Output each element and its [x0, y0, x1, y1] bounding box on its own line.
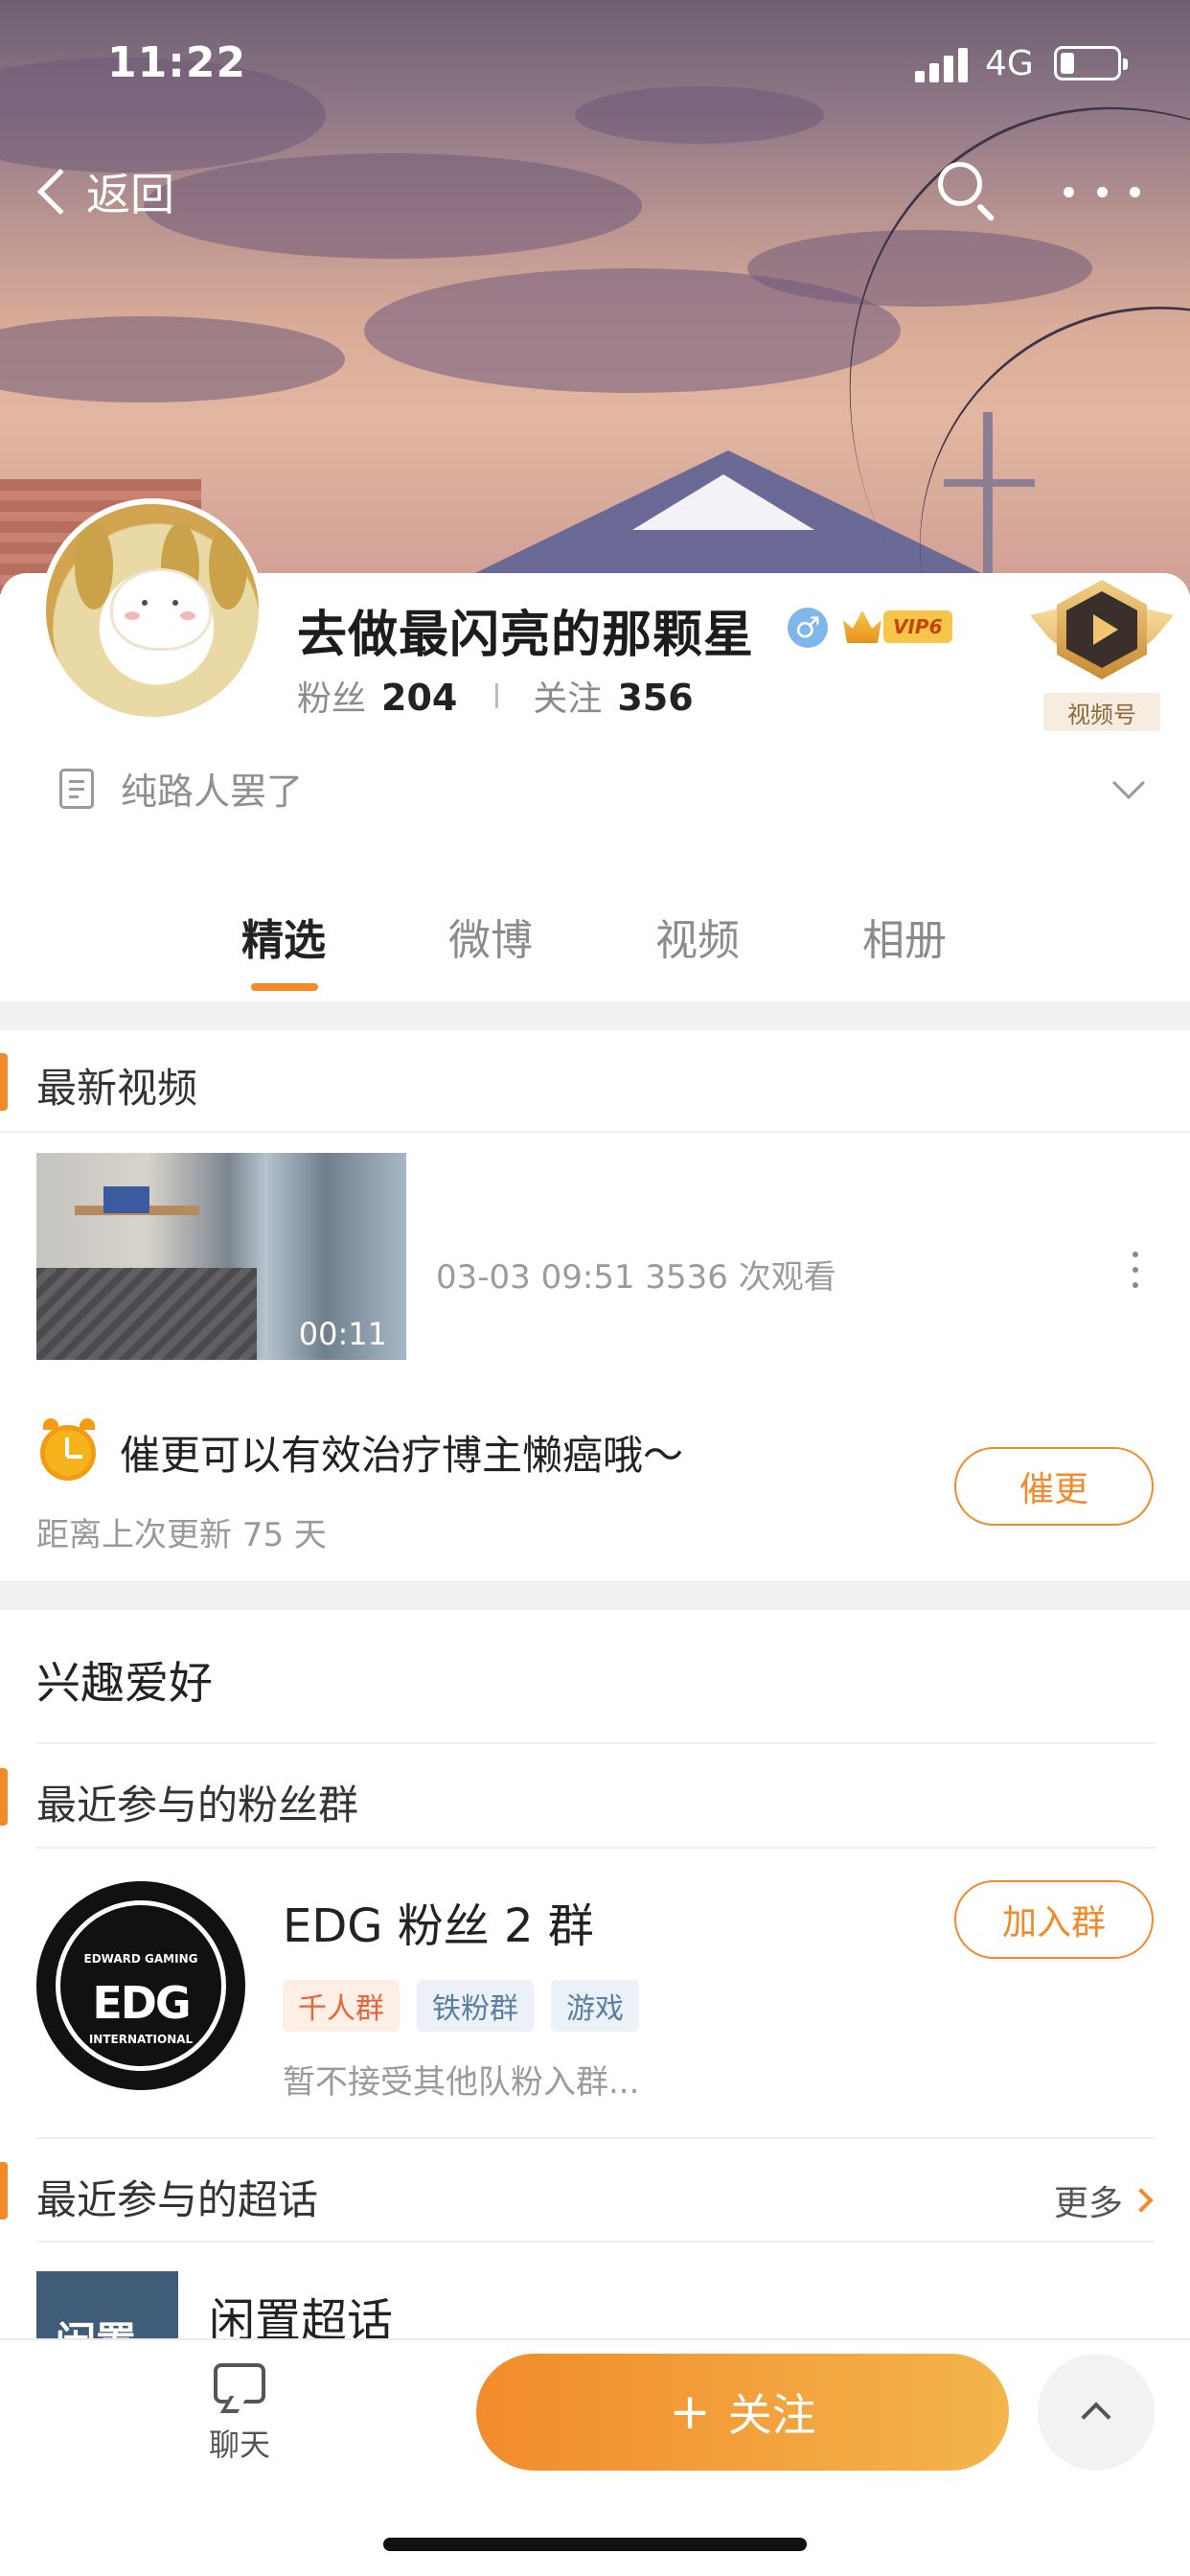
chat-label: 聊天 [208, 2426, 270, 2463]
section-divider [0, 1001, 1190, 1030]
stats-divider [495, 683, 499, 708]
section-marker [0, 1768, 8, 1826]
logo-main-text: EDG [92, 1977, 191, 2029]
fan-group-name[interactable]: EDG 粉丝 2 群 [283, 1888, 594, 1955]
chevron-up-icon [1081, 2402, 1111, 2432]
fan-group-section-title: 最近参与的粉丝群 [36, 1782, 359, 1828]
male-gender-icon: ♂ [788, 608, 828, 648]
search-button[interactable] [934, 158, 1001, 225]
cloud-shape [0, 316, 345, 402]
logo-bottom-text: INTERNATIONAL [88, 2033, 194, 2046]
fan-group-description: 暂不接受其他队粉入群... [283, 2063, 640, 2102]
divider-line [36, 1742, 1156, 1744]
crown-icon [843, 610, 881, 643]
network-label: 4G [985, 44, 1034, 83]
tag-chip: 铁粉群 [417, 1980, 534, 2032]
profile-name: 去做最闪亮的那颗星 [297, 607, 755, 664]
vip-level-label: VIP6 [883, 610, 952, 643]
urge-button[interactable]: 催更 [954, 1447, 1154, 1526]
divider-line [36, 2241, 1156, 2242]
following-count: 356 [617, 677, 694, 719]
video-thumbnail[interactable]: 00:11 [36, 1153, 406, 1360]
document-icon [59, 768, 94, 809]
scroll-to-top-button[interactable] [1038, 2354, 1155, 2471]
bio-text: 纯路人罢了 [121, 770, 304, 813]
super-topic-image[interactable]: 闲置 [36, 2271, 178, 2338]
follow-label: 关注 [727, 2389, 816, 2441]
cloud-shape [144, 153, 642, 259]
avatar[interactable] [40, 498, 264, 723]
follow-button[interactable]: + 关注 [476, 2354, 1009, 2471]
followers-count: 204 [381, 677, 458, 719]
signal-icon [915, 48, 969, 82]
back-button[interactable]: 返回 [29, 153, 174, 230]
search-icon [938, 162, 982, 206]
divider-line [36, 2137, 1156, 2139]
chat-icon [214, 2363, 265, 2404]
snowcap-shape [632, 474, 814, 530]
profile-bio[interactable]: 纯路人罢了 [59, 762, 303, 815]
dot-icon [1064, 186, 1074, 197]
status-time: 11:22 [107, 38, 247, 87]
dot-icon [1130, 186, 1140, 197]
vip-badge[interactable]: VIP6 [843, 608, 952, 646]
super-topic-image-text: 闲置 [56, 2310, 136, 2338]
super-topic-section-title: 最近参与的超话 [36, 2176, 319, 2223]
super-topic-more-link[interactable]: 更多 [1054, 2175, 1154, 2225]
battery-icon [1054, 46, 1128, 80]
followers-stat[interactable]: 粉丝 204 [297, 671, 457, 721]
last-update-text: 距离上次更新 75 天 [36, 1516, 327, 1554]
active-tab-indicator [251, 983, 318, 991]
section-marker [0, 1053, 8, 1111]
divider-line [0, 1131, 1190, 1133]
video-meta: 03-03 09:51 3536 次观看 [436, 1258, 836, 1297]
following-label: 关注 [533, 679, 603, 719]
section-divider [0, 1581, 1190, 1610]
dot-icon [1096, 186, 1108, 197]
tab-video[interactable]: 视频 [655, 906, 740, 967]
home-indicator [383, 2538, 807, 2551]
following-stat[interactable]: 关注 356 [533, 671, 693, 721]
plus-icon: + [669, 2383, 711, 2441]
more-options-button[interactable] [1064, 172, 1140, 211]
logo-top-text: EDWARD GAMING [83, 1952, 198, 1966]
tab-featured[interactable]: 精选 [241, 906, 326, 967]
video-channel-label: 视频号 [1043, 693, 1160, 731]
chat-button[interactable]: 聊天 [196, 2358, 283, 2463]
edg-group-logo[interactable]: EDWARD GAMING EDG INTERNATIONAL [36, 1881, 245, 2090]
profile-card [0, 573, 1190, 2576]
chevron-right-icon [1129, 2188, 1154, 2213]
video-duration: 00:11 [298, 1316, 387, 1352]
status-bar: 11:22 4G [0, 0, 1190, 129]
followers-label: 粉丝 [297, 679, 367, 719]
latest-video-title: 最新视频 [36, 1065, 198, 1112]
profile-tabs: 精选 微博 视频 相册 [0, 906, 1190, 997]
tag-chip: 游戏 [551, 1980, 639, 2032]
back-label: 返回 [86, 169, 174, 220]
video-channel-badge[interactable]: 视频号 [1030, 580, 1174, 733]
tag-chip: 千人群 [283, 1980, 400, 2032]
urge-message: 催更可以有效治疗博主懒癌哦～ [120, 1432, 684, 1479]
tab-weibo[interactable]: 微博 [448, 906, 533, 967]
section-marker [0, 2162, 8, 2220]
more-label: 更多 [1054, 2184, 1124, 2223]
profile-stats: 粉丝 204 关注 356 [297, 671, 694, 721]
interests-title: 兴趣爱好 [36, 1657, 213, 1709]
alarm-clock-icon [40, 1418, 96, 1481]
video-more-icon[interactable] [1133, 1252, 1138, 1288]
tab-album[interactable]: 相册 [862, 906, 947, 967]
play-icon [1093, 614, 1118, 645]
fan-group-tags: 千人群 铁粉群 游戏 [283, 1980, 639, 2032]
avatar-face [113, 571, 209, 648]
divider-line [36, 1847, 1156, 1849]
chevron-left-icon [36, 168, 84, 216]
join-group-button[interactable]: 加入群 [954, 1880, 1154, 1959]
